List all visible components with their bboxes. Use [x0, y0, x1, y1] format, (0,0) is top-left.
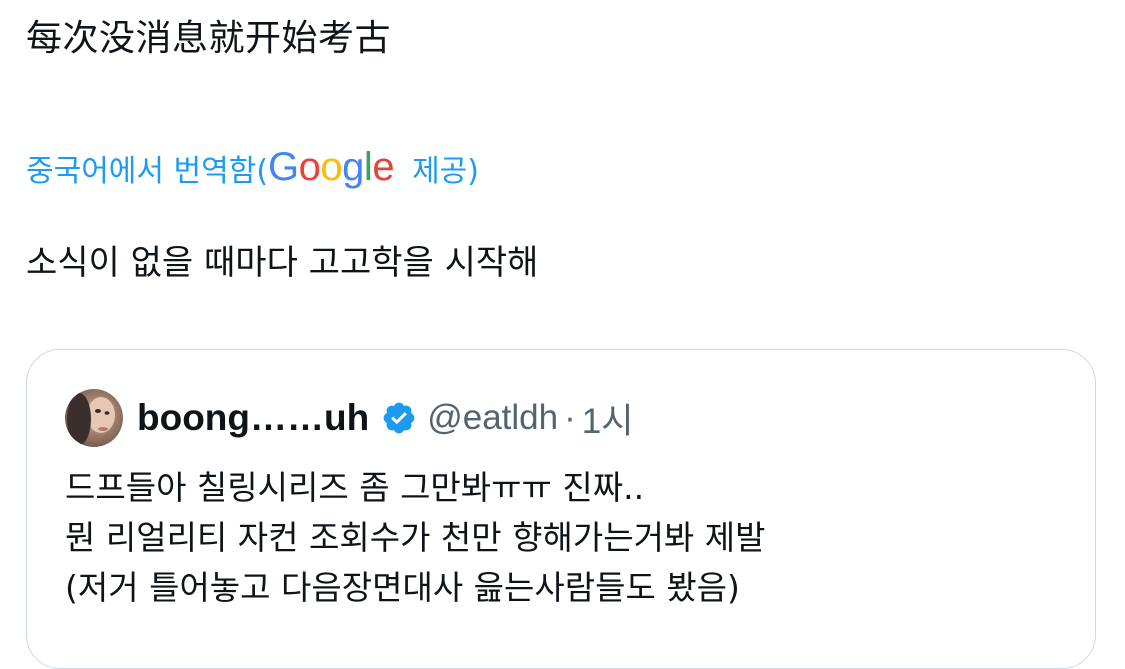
avatar[interactable]: [65, 389, 123, 447]
translation-attribution[interactable]: 중국어에서 번역함( Google 제공): [26, 143, 479, 193]
quoted-tweet-card[interactable]: boong……uh @eatldh · 1시 드프들아 칠링시리즈 좀 그만봐ㅠ…: [26, 349, 1096, 669]
quoted-author-handle[interactable]: @eatldh: [427, 398, 558, 438]
quoted-tweet-line: (저거 틀어놓고 다음장면대사 읊는사람들도 봤음): [65, 568, 740, 607]
provided-by-label: 제공): [412, 154, 479, 189]
quoted-tweet-time[interactable]: 1시: [582, 393, 634, 444]
tweet-text: 每次没消息就开始考古: [26, 18, 392, 59]
quoted-tweet-line: 뭔 리얼리티 자컨 조회수가 천만 향해가는거봐 제발: [65, 518, 766, 557]
quoted-tweet-body: 드프들아 칠링시리즈 좀 그만봐ㅠㅠ 진짜.. 뭔 리얼리티 자컨 조회수가 천…: [65, 463, 766, 613]
quoted-tweet-line: 드프들아 칠링시리즈 좀 그만봐ㅠㅠ 진짜..: [65, 468, 645, 507]
verified-badge-icon: [383, 402, 415, 434]
translated-tweet-text: 소식이 없을 때마다 고고학을 시작해: [26, 243, 539, 283]
separator-dot: ·: [564, 398, 576, 437]
quoted-tweet-header: boong……uh @eatldh · 1시: [65, 388, 633, 448]
avatar-image: [65, 389, 123, 447]
google-logo: Google: [268, 145, 395, 189]
quoted-author-name[interactable]: boong……uh: [137, 397, 369, 439]
translated-from-label: 중국어에서 번역함(: [26, 154, 269, 189]
